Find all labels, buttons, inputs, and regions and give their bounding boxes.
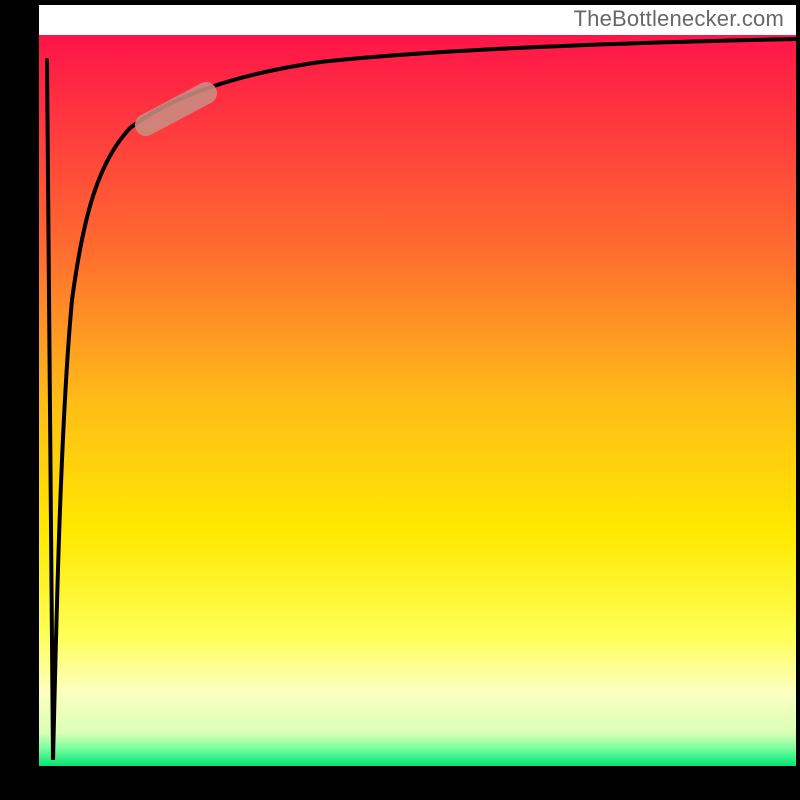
plot-background	[39, 35, 796, 766]
frame-right	[796, 0, 800, 800]
chart-container: TheBottlenecker.com	[0, 0, 800, 800]
axis-left	[0, 0, 39, 800]
axis-bottom	[0, 766, 800, 800]
frame-top	[0, 0, 800, 5]
chart-svg	[0, 0, 800, 800]
attribution-text: TheBottlenecker.com	[574, 6, 784, 32]
